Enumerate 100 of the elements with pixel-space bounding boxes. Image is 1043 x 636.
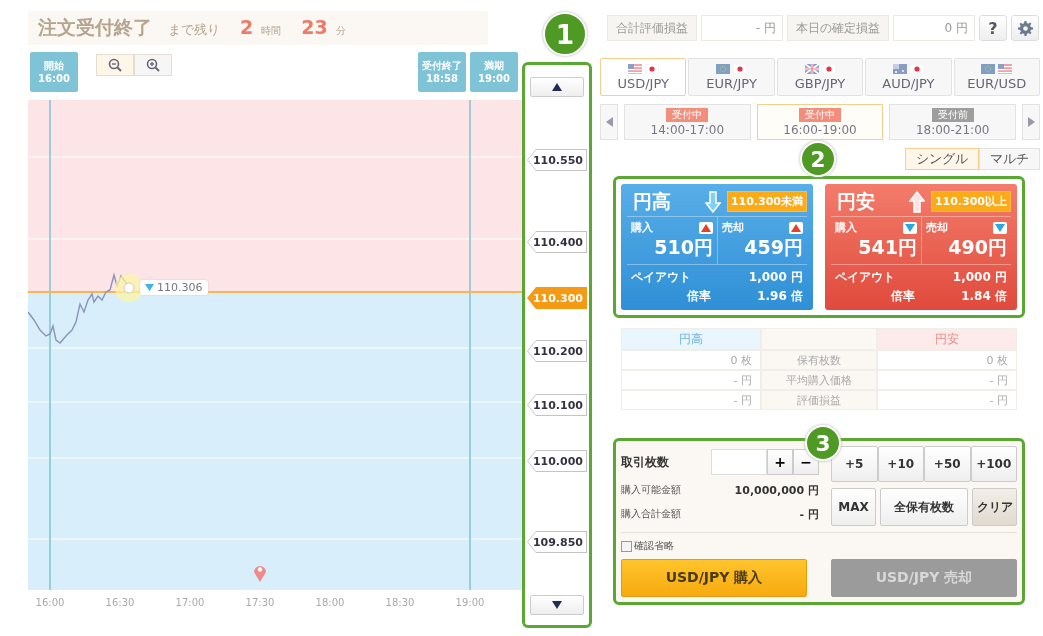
axis-label: 19:00 — [455, 597, 485, 608]
quantity-preset-button[interactable]: 全保有枚数 — [880, 488, 968, 526]
info-value: - 円 — [799, 506, 819, 522]
add-quantity-button[interactable]: +10 — [877, 446, 924, 482]
time-marker: 満期 19:00 — [470, 52, 518, 92]
down-triangle-icon — [145, 283, 154, 292]
summary-value: 0 円 — [893, 15, 975, 41]
flag-icon — [644, 63, 659, 74]
rate-value: 1.84 倍 — [961, 288, 1007, 305]
pin-icon — [254, 566, 266, 582]
quantity-field[interactable] — [711, 449, 767, 475]
checkbox-label: 確認省略 — [634, 539, 674, 553]
quantity-label: 取引枚数 — [621, 453, 670, 471]
option-title: 円安 — [837, 188, 875, 214]
hours-unit: 時間 — [261, 24, 282, 38]
price-tag[interactable]: 110.000 — [527, 450, 587, 472]
currency-tab[interactable]: EUR/USD — [953, 58, 1041, 96]
quantity-preset-button[interactable]: MAX — [831, 488, 876, 526]
flag-icon — [892, 63, 907, 74]
down-triangle-icon — [552, 601, 562, 609]
flag-icon — [733, 63, 748, 74]
session-tab[interactable]: 受付中 16:00-19:00 — [756, 104, 884, 140]
settings-icon — [1017, 20, 1033, 36]
settings-button[interactable] — [1011, 15, 1039, 41]
status-badge: 受付中 — [799, 107, 841, 122]
remaining-label: まで残り — [168, 21, 220, 39]
axis-label: 18:00 — [315, 597, 345, 608]
sell-label: 売却 — [722, 220, 744, 235]
summary-label: 合計評価損益 — [607, 15, 697, 41]
buy-price: 541円 — [858, 235, 917, 260]
table-cell: - 円 — [877, 370, 1017, 390]
buy-label: 購入 — [631, 220, 653, 235]
session-tab[interactable]: 受付中 14:00-17:00 — [624, 104, 751, 140]
currency-tab[interactable]: AUD/JPY — [865, 58, 952, 96]
minutes-value: 23 — [301, 16, 328, 38]
info-value: 10,000,000 円 — [734, 482, 819, 498]
flag-icon — [627, 63, 642, 74]
axis-label: 17:30 — [245, 597, 275, 608]
session-tab[interactable]: 受付前 18:00-21:00 — [889, 104, 1016, 140]
option-title: 円高 — [633, 188, 671, 214]
price-tag[interactable]: 110.550 — [527, 149, 587, 171]
axis-label: 16:00 — [35, 597, 65, 608]
info-label: 購入可能金額 — [621, 483, 681, 497]
zoom-out-icon — [108, 58, 122, 72]
zoom-in-icon — [146, 58, 160, 72]
mode-toggle[interactable]: シングル — [905, 148, 979, 170]
row-label: 平均購入価格 — [761, 370, 877, 390]
condition-badge: 110.300未満 — [726, 191, 807, 212]
row-label: 保有枚数 — [761, 350, 877, 370]
current-price-dot — [115, 274, 143, 302]
number-callout: 1 — [543, 12, 587, 56]
option-card[interactable]: 円安 110.300以上 購入 541円 売却 490円 ペイアウト 1,000 円 倍率 1.84 倍 — [825, 184, 1017, 310]
column-header: 円安 — [877, 328, 1017, 350]
scroll-up-button[interactable] — [530, 77, 584, 97]
summary-label: 本日の確定損益 — [787, 15, 889, 41]
scroll-down-button[interactable] — [530, 595, 584, 615]
zoom-in-button[interactable] — [134, 54, 172, 76]
quantity-preset-button[interactable]: クリア — [972, 488, 1017, 526]
left-triangle-icon — [605, 117, 613, 127]
status-badge: 受付中 — [666, 107, 709, 122]
increment-button[interactable]: + — [767, 449, 793, 475]
sell-price: 490円 — [948, 235, 1007, 260]
price-tag[interactable]: 110.100 — [527, 394, 587, 416]
rate-label: 倍率 — [686, 288, 712, 305]
price-tag[interactable]: 110.400 — [527, 231, 587, 253]
table-cell: - 円 — [621, 390, 761, 410]
add-quantity-button[interactable]: +50 — [924, 446, 971, 482]
payout-label: ペイアウト — [631, 269, 692, 286]
mode-toggle[interactable]: マルチ — [979, 148, 1040, 170]
buy-button[interactable]: USD/JPY 購入 — [621, 559, 807, 597]
flag-icon — [716, 63, 731, 74]
previous-button[interactable] — [600, 104, 618, 140]
buy-label: 購入 — [835, 220, 857, 235]
condition-badge: 110.300以上 — [930, 191, 1011, 212]
table-cell: 0 枚 — [877, 350, 1017, 370]
buy-price: 510円 — [654, 235, 713, 260]
down-arrow-icon — [704, 190, 721, 213]
flag-icon — [804, 63, 819, 74]
currency-tab[interactable]: EUR/JPY — [688, 58, 775, 96]
next-button[interactable] — [1022, 104, 1040, 140]
add-quantity-button[interactable]: +100 — [970, 446, 1017, 482]
zoom-out-button[interactable] — [96, 54, 134, 76]
rate-label: 倍率 — [890, 288, 916, 305]
flag-icon — [821, 63, 836, 74]
help-button[interactable]: ? — [979, 15, 1007, 41]
summary-value: - 円 — [701, 15, 783, 41]
up-arrow-icon — [908, 190, 925, 213]
add-quantity-button[interactable]: +5 — [831, 446, 878, 482]
status-title: 注文受付終了 — [38, 15, 152, 40]
price-tag[interactable]: 109.850 — [527, 531, 587, 553]
currency-tab[interactable]: USD/JPY — [600, 58, 687, 96]
number-callout: 3 — [805, 425, 841, 461]
checkbox[interactable] — [621, 540, 632, 552]
sell-label: 売却 — [926, 220, 948, 235]
price-tag[interactable]: 110.200 — [527, 340, 587, 362]
time-marker: 開始 16:00 — [30, 52, 78, 92]
number-callout: 2 — [800, 141, 836, 177]
right-triangle-icon — [1027, 117, 1035, 127]
currency-tab[interactable]: GBP/JPY — [776, 58, 864, 96]
axis-label: 17:00 — [175, 597, 205, 608]
